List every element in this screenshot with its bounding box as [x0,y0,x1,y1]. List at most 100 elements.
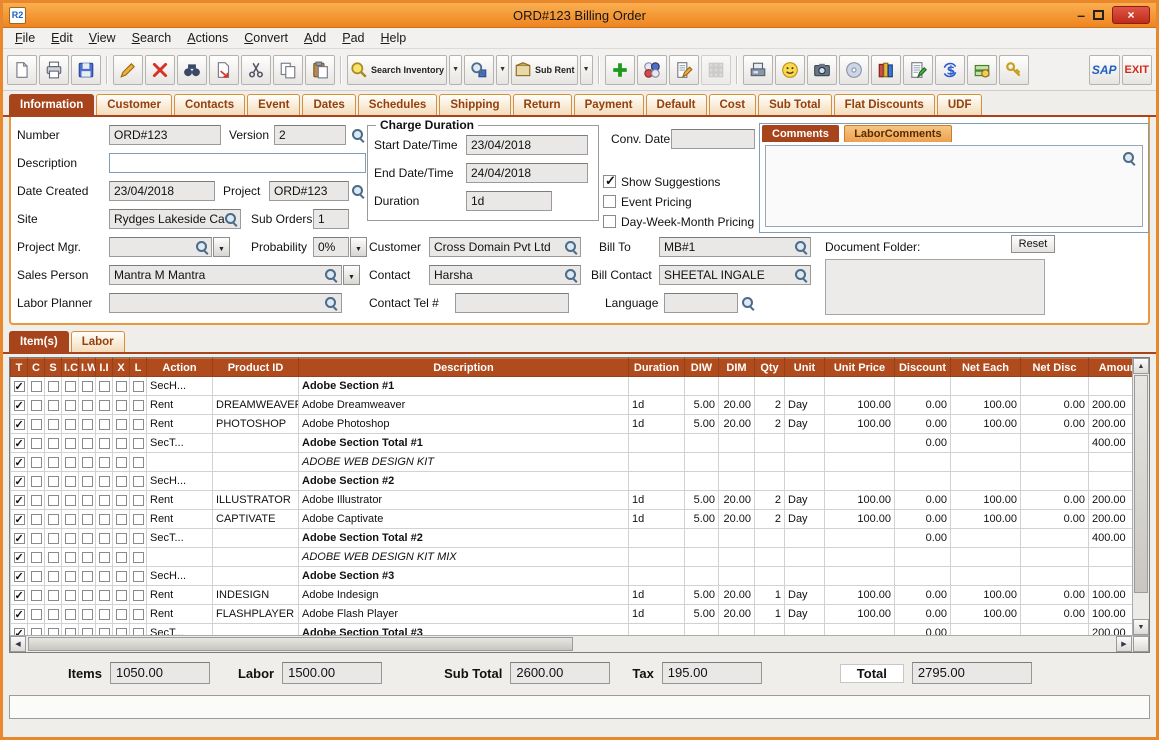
tab-information[interactable]: Information [9,94,94,115]
row-checkbox[interactable] [82,419,93,430]
row-check-cell[interactable] [130,453,147,472]
row-check-cell[interactable] [28,567,45,586]
sap-button[interactable]: SAP [1089,55,1120,85]
cell[interactable]: Rent [147,415,213,434]
cell[interactable] [213,529,299,548]
comments-search-icon[interactable] [1122,151,1136,165]
row-checkbox[interactable] [48,552,59,563]
row-checkbox[interactable] [14,571,25,582]
cell[interactable]: CAPTIVATE [213,510,299,529]
scroll-right-icon[interactable]: ▶ [1116,636,1132,652]
cell[interactable] [825,472,895,491]
cell[interactable]: 5.00 [685,586,719,605]
row-check-cell[interactable] [28,472,45,491]
row-checkbox[interactable] [14,381,25,392]
row-checkbox[interactable] [65,381,76,392]
row-check-cell[interactable] [62,605,79,624]
export-button[interactable] [209,55,239,85]
row-checkbox[interactable] [133,457,144,468]
row-check-cell[interactable] [113,415,130,434]
maximize-button[interactable] [1093,10,1104,20]
cell[interactable] [1021,434,1089,453]
start-date-field[interactable]: 23/04/2018 [466,135,588,155]
row-check-cell[interactable] [96,434,113,453]
row-check-cell[interactable] [62,529,79,548]
menu-item-help[interactable]: Help [373,29,415,47]
row-checkbox[interactable] [116,476,127,487]
row-check-cell[interactable] [79,510,96,529]
cell[interactable] [1021,529,1089,548]
save-button[interactable] [71,55,101,85]
row-checkbox[interactable] [99,533,110,544]
row-checkbox[interactable] [82,571,93,582]
bill-contact-field[interactable]: SHEETAL INGALE [659,265,811,285]
cell[interactable] [785,529,825,548]
row-check-cell[interactable] [45,586,62,605]
cell[interactable]: Day [785,605,825,624]
cell[interactable]: 100.00 [825,605,895,624]
project-search-icon[interactable] [351,184,365,198]
cell[interactable] [825,434,895,453]
row-check-cell[interactable] [11,415,28,434]
row-check-cell[interactable] [45,377,62,396]
cell[interactable] [685,548,719,567]
cell[interactable]: Adobe Illustrator [299,491,629,510]
cell[interactable]: SecH... [147,567,213,586]
cell[interactable]: SecT... [147,434,213,453]
cell[interactable]: 1d [629,586,685,605]
row-checkbox[interactable] [31,457,42,468]
row-checkbox[interactable] [48,590,59,601]
column-header-net-each[interactable]: Net Each [951,359,1021,377]
column-header-duration[interactable]: Duration [629,359,685,377]
row-checkbox[interactable] [99,495,110,506]
cell[interactable]: Adobe Flash Player [299,605,629,624]
cell[interactable] [719,567,755,586]
row-check-cell[interactable] [62,415,79,434]
row-check-cell[interactable] [79,396,96,415]
row-check-cell[interactable] [79,567,96,586]
cell[interactable]: 0.00 [1021,586,1089,605]
row-check-cell[interactable] [45,415,62,434]
row-checkbox[interactable] [65,438,76,449]
row-checkbox[interactable] [116,438,127,449]
cell[interactable]: Day [785,415,825,434]
row-checkbox[interactable] [116,457,127,468]
cell[interactable]: Day [785,491,825,510]
sub-orders-field[interactable]: 1 [313,209,349,229]
row-check-cell[interactable] [113,567,130,586]
exit-button[interactable]: EXIT [1122,55,1152,85]
column-header-net-disc[interactable]: Net Disc [1021,359,1089,377]
tab-event[interactable]: Event [247,94,300,115]
cell[interactable]: 0.00 [895,586,951,605]
sales-person-dropdown[interactable] [343,265,360,285]
row-check-cell[interactable] [28,396,45,415]
row-check-cell[interactable] [130,605,147,624]
row-check-cell[interactable] [130,567,147,586]
fax-button[interactable] [743,55,773,85]
row-check-cell[interactable] [113,491,130,510]
row-check-cell[interactable] [96,453,113,472]
customer-field[interactable]: Cross Domain Pvt Ltd [429,237,581,257]
customer-search-icon[interactable] [564,240,578,254]
row-checkbox[interactable] [14,609,25,620]
row-check-cell[interactable] [11,434,28,453]
row-check-cell[interactable] [45,510,62,529]
cell[interactable] [719,453,755,472]
table-row[interactable]: ADOBE WEB DESIGN KIT MIX [11,548,1151,567]
row-check-cell[interactable] [130,529,147,548]
cell[interactable]: Rent [147,605,213,624]
sales-person-search-icon[interactable] [324,268,338,282]
row-checkbox[interactable] [99,514,110,525]
row-checkbox[interactable] [82,552,93,563]
bill-contact-search-icon[interactable] [794,268,808,282]
cell[interactable]: 1d [629,605,685,624]
row-checkbox[interactable] [133,419,144,430]
cell[interactable]: SecH... [147,377,213,396]
column-header-i-w[interactable]: I.W [79,359,96,377]
row-check-cell[interactable] [96,605,113,624]
close-button[interactable]: × [1112,6,1150,24]
cell[interactable]: 100.00 [825,586,895,605]
row-check-cell[interactable] [45,472,62,491]
column-header-dim[interactable]: DIM [719,359,755,377]
row-checkbox[interactable] [82,514,93,525]
